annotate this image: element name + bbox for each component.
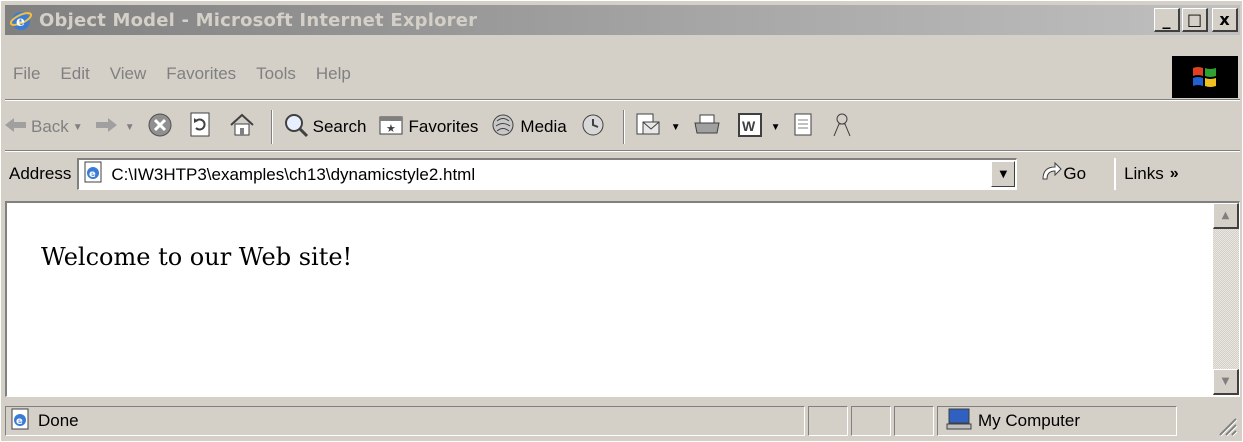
stop-button[interactable] xyxy=(147,112,177,143)
media-button[interactable]: Media xyxy=(490,112,567,143)
messenger-button[interactable] xyxy=(831,112,857,143)
menu-help[interactable]: Help xyxy=(316,64,351,84)
media-label: Media xyxy=(520,117,567,136)
window-controls: _ □ x xyxy=(1154,8,1238,32)
security-zone[interactable]: My Computer xyxy=(937,406,1177,436)
search-button[interactable]: Search xyxy=(283,112,367,143)
address-input[interactable]: e C:\IW3HTP3\examples\ch13\dynamicstyle2… xyxy=(77,158,1018,190)
mail-dropdown-icon[interactable]: ▼ xyxy=(671,122,681,133)
welcome-text: Welcome to our Web site! xyxy=(41,243,353,271)
status-main-panel: e Done xyxy=(5,406,805,436)
toolbar-divider xyxy=(270,110,273,144)
print-icon xyxy=(693,113,721,142)
toolbar-divider-2 xyxy=(622,110,625,144)
svg-text:W: W xyxy=(742,118,756,134)
svg-text:e: e xyxy=(16,416,23,427)
refresh-button[interactable] xyxy=(189,112,217,143)
print-button[interactable] xyxy=(693,113,725,142)
forward-button[interactable]: ▼ xyxy=(95,117,135,138)
back-label: Back xyxy=(31,117,69,136)
forward-arrow-icon xyxy=(95,117,117,138)
close-button[interactable]: x xyxy=(1212,8,1238,32)
computer-icon xyxy=(946,408,972,435)
links-toolbar[interactable]: Links » xyxy=(1114,158,1179,190)
menu-edit[interactable]: Edit xyxy=(60,64,89,84)
svg-text:e: e xyxy=(89,169,96,180)
address-url: C:\IW3HTP3\examples\ch13\dynamicstyle2.h… xyxy=(111,164,476,184)
favorites-label: Favorites xyxy=(408,117,479,136)
maximize-button[interactable]: □ xyxy=(1182,8,1208,32)
back-dropdown-icon[interactable]: ▼ xyxy=(73,122,83,133)
mail-button[interactable]: ▼ xyxy=(635,112,681,143)
edit-dropdown-icon[interactable]: ▼ xyxy=(771,122,781,133)
favorites-button[interactable]: ★ Favorites xyxy=(378,114,478,141)
word-edit-icon: W xyxy=(737,112,763,143)
go-label: Go xyxy=(1063,164,1087,183)
status-secure-cell xyxy=(851,406,891,436)
back-arrow-icon xyxy=(5,117,27,138)
links-chevron-icon[interactable]: » xyxy=(1170,165,1179,183)
search-icon xyxy=(283,112,309,143)
window-title: Object Model - Microsoft Internet Explor… xyxy=(39,9,478,31)
windows-logo-icon xyxy=(1172,56,1238,98)
history-button[interactable] xyxy=(579,112,611,143)
status-offline-cell xyxy=(894,406,934,436)
address-separator xyxy=(5,150,1240,152)
resize-grip-icon[interactable] xyxy=(1216,415,1238,437)
search-label: Search xyxy=(312,117,367,136)
address-bar: Address e C:\IW3HTP3\examples\ch13\dynam… xyxy=(5,153,1240,195)
ie-page-icon: e xyxy=(83,161,105,188)
svg-text:e: e xyxy=(16,14,25,30)
links-label: Links xyxy=(1124,164,1164,183)
title-bar[interactable]: e Object Model - Microsoft Internet Expl… xyxy=(5,5,1240,35)
page-content: Welcome to our Web site! ▲ ▼ xyxy=(5,201,1240,397)
discuss-icon xyxy=(793,112,815,143)
menu-view[interactable]: View xyxy=(110,64,147,84)
menu-favorites[interactable]: Favorites xyxy=(166,64,236,84)
status-bar: e Done My Computer xyxy=(5,403,1240,439)
ie-status-icon: e xyxy=(10,408,32,435)
refresh-icon xyxy=(189,112,213,143)
menu-tools[interactable]: Tools xyxy=(256,64,296,84)
edit-button[interactable]: W ▼ xyxy=(737,112,781,143)
home-button[interactable] xyxy=(229,113,259,142)
media-icon xyxy=(490,112,516,143)
address-label: Address xyxy=(9,164,72,183)
mail-icon xyxy=(635,112,663,143)
home-icon xyxy=(229,113,255,142)
menu-file[interactable]: File xyxy=(13,64,40,84)
ie-logo-icon: e xyxy=(9,8,33,32)
status-text: Done xyxy=(38,411,79,430)
go-arrow-icon xyxy=(1039,161,1063,188)
menu-bar: File Edit View Favorites Tools Help xyxy=(5,56,1175,92)
stop-icon xyxy=(147,112,173,143)
svg-text:★: ★ xyxy=(386,123,396,135)
minimize-button[interactable]: _ xyxy=(1154,8,1180,32)
discuss-button[interactable] xyxy=(793,112,819,143)
toolbar-separator xyxy=(5,99,1240,101)
address-dropdown-button[interactable]: ▼ xyxy=(991,161,1016,187)
scroll-down-button[interactable]: ▼ xyxy=(1213,369,1239,395)
forward-dropdown-icon[interactable]: ▼ xyxy=(125,122,135,133)
standard-toolbar: Back ▼ ▼ Search ★ Favorites Media ▼ W ▼ xyxy=(5,105,1240,149)
status-progress-cell xyxy=(808,406,848,436)
zone-label: My Computer xyxy=(978,411,1081,430)
go-button[interactable]: Go xyxy=(1039,161,1086,188)
messenger-icon xyxy=(831,112,853,143)
browser-window: e Object Model - Microsoft Internet Expl… xyxy=(0,0,1243,442)
favorites-icon: ★ xyxy=(378,114,404,141)
vertical-scrollbar[interactable]: ▲ ▼ xyxy=(1213,203,1239,395)
back-button[interactable]: Back ▼ xyxy=(5,117,83,138)
history-icon xyxy=(579,112,607,143)
scroll-up-button[interactable]: ▲ xyxy=(1213,203,1239,229)
